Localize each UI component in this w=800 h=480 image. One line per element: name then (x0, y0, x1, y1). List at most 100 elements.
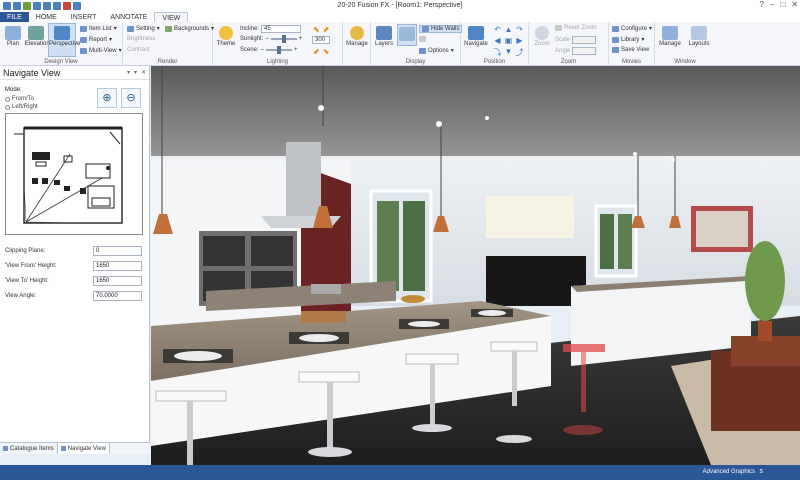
floor-plan-drawing (14, 126, 123, 224)
save-view-icon (612, 47, 619, 53)
perspective-3d-viewport[interactable] (151, 66, 800, 465)
close-icon[interactable]: ✕ (791, 0, 798, 9)
plan-icon (5, 26, 21, 40)
group-label: Design View (44, 59, 78, 65)
group-position: Navigate ↶ ▲ ↷ ◀ ▣ ▶ ⤵ ▼ ⤴ Position (461, 22, 529, 66)
clipping-plane-label: Clipping Plane: (5, 248, 46, 254)
position-arrows: ↶ ▲ ↷ ◀ ▣ ▶ ⤵ ▼ ⤴ (493, 25, 524, 58)
hide-walls-button[interactable]: Hide Walls (419, 25, 463, 33)
light-angle-input[interactable]: 300 (312, 36, 330, 44)
move-up-icon[interactable]: ▲ (504, 25, 513, 34)
tab-home[interactable]: HOME (29, 12, 64, 22)
window-title: 20-20 Fusion FX - [Room1: Perspective] (337, 2, 463, 9)
group-label: Display (405, 59, 426, 65)
view-to-height-input[interactable]: 1650 (93, 276, 142, 286)
rotate-left-icon[interactable]: ↶ (493, 25, 502, 34)
tab-catalogue-items[interactable]: Catalogue Items (0, 443, 57, 454)
zoom-button: Zoom (531, 24, 553, 47)
group-window: Manage Layouts Window (655, 22, 715, 66)
panel-bottom-tabs: Catalogue Items Navigate View (0, 442, 150, 454)
perspective-button[interactable]: Perspective (48, 23, 80, 57)
zoom-in-button[interactable]: ⊕ (97, 88, 117, 108)
tab-file[interactable]: FILE (0, 12, 29, 22)
window-manage-icon (662, 26, 678, 40)
layouts-button[interactable]: Layouts (686, 24, 712, 47)
configure-icon (612, 25, 619, 32)
tab-annotate[interactable]: ANNOTATE (103, 12, 154, 22)
tab-insert[interactable]: INSERT (64, 12, 104, 22)
view-from-height-input[interactable]: 1650 (93, 261, 142, 271)
group-lighting: Theme Incline: 45 Sunlight: – + Scene: – +… (213, 22, 343, 66)
group-label: Zoom (560, 59, 577, 65)
manage-lighting-button[interactable]: Manage (346, 24, 368, 47)
mode-left-right-radio[interactable]: Left/Right (5, 104, 38, 110)
title-bar: 20-20 Fusion FX - [Room1: Perspective] ?… (0, 0, 800, 12)
group-label: Window (674, 59, 696, 65)
arrow-down-right-icon[interactable]: ⬊ (323, 47, 330, 56)
elevation-button[interactable]: Elevation (25, 24, 50, 47)
floor-plan-navigator[interactable] (5, 113, 143, 235)
zoom-out-icon: ⊖ (126, 92, 136, 104)
scene-slider[interactable] (266, 46, 293, 54)
light-direction-arrows-lower: ⬋ ⬊ (313, 47, 329, 56)
status-indicator: s (759, 468, 764, 475)
arrow-up-right-icon[interactable]: ⬈ (323, 25, 330, 34)
advanced-graphics-status: Advanced Graphics (702, 469, 755, 475)
item-list-button[interactable]: Item List ▾ (80, 25, 117, 32)
move-right-icon[interactable]: ▶ (515, 36, 524, 45)
clipping-plane-input[interactable]: 0 (93, 246, 142, 256)
tab-view[interactable]: VIEW (154, 12, 189, 22)
report-button[interactable]: Report ▾ (80, 36, 112, 43)
help-icon[interactable]: ? (760, 0, 764, 9)
arrow-up-left-icon[interactable]: ⬉ (313, 25, 320, 34)
list-icon (80, 25, 87, 32)
display-mode-icon (399, 27, 415, 41)
sunlight-slider[interactable] (270, 35, 297, 43)
incline-field: Incline: 45 (240, 25, 302, 33)
rotate-right-icon[interactable]: ↷ (515, 25, 524, 34)
incline-input[interactable]: 45 (261, 25, 302, 33)
panel-close-icon[interactable]: ✕ (141, 69, 146, 76)
display-mode-button[interactable] (397, 24, 417, 46)
save-view-button[interactable]: Save View (612, 47, 649, 53)
layouts-icon (691, 26, 707, 40)
plan-button[interactable]: Plan (2, 24, 24, 47)
group-design-view: Plan Elevation Perspective Item List ▾ R… (0, 22, 123, 66)
move-down-icon[interactable]: ▼ (504, 47, 513, 58)
setting-button[interactable]: Setting ▾ (127, 25, 160, 32)
move-left-icon[interactable]: ◀ (493, 36, 502, 45)
elevation-icon (28, 26, 44, 40)
layers-button[interactable]: Layers (373, 24, 395, 47)
mode-label: Mode: (5, 87, 22, 93)
group-zoom: Zoom Reset Zoom Scale Angle Zoom (529, 22, 609, 66)
arrow-down-left-icon[interactable]: ⬋ (313, 47, 320, 56)
mode-from-to-radio[interactable]: From/To (5, 96, 34, 102)
tab-navigate-view[interactable]: Navigate View (56, 443, 110, 454)
library-button[interactable]: Library ▾ (612, 36, 644, 43)
tilt-down-icon[interactable]: ⤵ (493, 47, 502, 58)
theme-button[interactable]: Theme (215, 24, 237, 47)
manage-window-button[interactable]: Manage (659, 24, 681, 47)
maximize-icon[interactable]: □ (780, 0, 785, 9)
options-button[interactable]: Options ▾ (419, 47, 454, 54)
radio-icon (5, 104, 10, 110)
brightness-slider: Brightness (127, 36, 156, 42)
options-icon (419, 47, 426, 54)
tilt-up-icon[interactable]: ⤴ (515, 47, 524, 58)
multi-view-button[interactable]: Multi-View ▾ (80, 47, 122, 54)
minimize-icon[interactable]: – (770, 0, 774, 9)
panel-menu-icon[interactable]: ▾ (127, 69, 130, 76)
navigate-button[interactable]: Navigate (463, 24, 489, 47)
light-direction-arrows: ⬉ ⬈ (313, 25, 329, 34)
center-icon[interactable]: ▣ (504, 36, 513, 45)
backgrounds-button[interactable]: Backgrounds ▾ (165, 25, 214, 32)
panel-controls: ▾ ▾ ✕ (127, 69, 146, 76)
configure-button[interactable]: Configure ▾ (612, 25, 652, 32)
view-angle-input[interactable]: 70.0000 (93, 291, 142, 301)
perspective-icon (54, 26, 70, 40)
zoom-out-button[interactable]: ⊖ (121, 88, 141, 108)
group-label: Render (157, 59, 178, 65)
window-controls: ? – □ ✕ (760, 0, 798, 9)
view-from-height-label: 'View From' Height: (5, 263, 57, 269)
panel-pin-icon[interactable]: ▾ (134, 69, 137, 76)
